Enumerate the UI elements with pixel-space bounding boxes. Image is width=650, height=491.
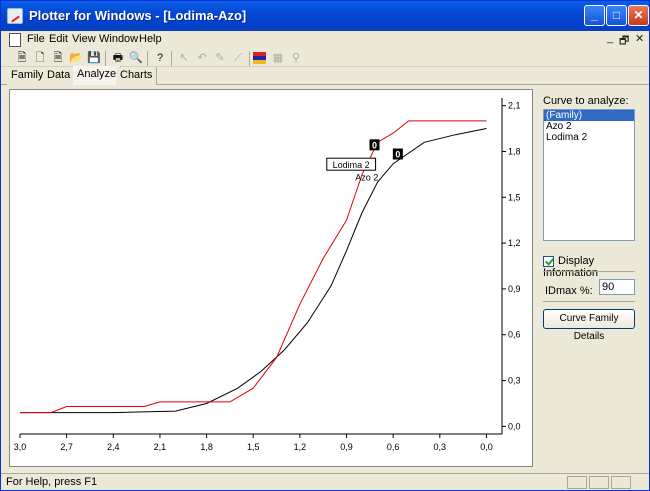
menu-help[interactable]: Help	[139, 33, 162, 45]
y-tick-label: 0,3	[508, 376, 521, 386]
curve-listbox[interactable]: (Family) Azo 2 Lodima 2	[543, 109, 635, 241]
close-button[interactable]: ✕	[628, 5, 649, 26]
display-info-row[interactable]: Display Information	[543, 255, 641, 279]
add-point-icon[interactable]: ✎	[213, 51, 227, 65]
curve-list-item[interactable]: Azo 2	[544, 121, 634, 132]
curve-list-item[interactable]: Lodima 2	[544, 132, 634, 143]
print-icon[interactable]: 🖶	[111, 51, 125, 65]
panel-divider	[543, 271, 635, 272]
curve-list-item[interactable]: (Family)	[544, 110, 634, 121]
tab-strip: Family Data Analyze Charts	[1, 66, 649, 85]
minimize-button[interactable]: _	[584, 5, 605, 26]
toolbar-separator	[171, 51, 172, 66]
annotation-label: 0	[395, 150, 400, 160]
status-bar: For Help, press F1	[1, 473, 649, 490]
menu-window[interactable]: Window	[99, 33, 138, 45]
print-preview-icon[interactable]: 🔍	[129, 51, 143, 65]
menu-file[interactable]: File	[27, 33, 45, 45]
tab-data[interactable]: Data	[43, 67, 76, 85]
undo-icon[interactable]: ↶	[195, 51, 209, 65]
document-icon[interactable]	[9, 33, 21, 47]
new-sheet-icon[interactable]: 🗎	[51, 51, 65, 65]
y-tick-label: 0,0	[508, 421, 521, 431]
menu-bar: File Edit View Window Help _ 🗗 ✕	[1, 31, 649, 49]
series-line-0	[20, 128, 487, 414]
x-tick-label: 0,6	[387, 442, 400, 452]
maximize-button[interactable]: □	[606, 5, 627, 26]
toolbar-separator	[147, 51, 148, 66]
y-tick-label: 1,8	[508, 146, 521, 156]
x-tick-label: 1,2	[294, 442, 307, 452]
new-icon[interactable]: 🗋	[33, 51, 47, 65]
x-tick-label: 0,3	[434, 442, 447, 452]
status-panel	[567, 476, 587, 489]
annotation-label: Azo 2	[355, 172, 378, 182]
new-family-icon[interactable]: 🗎	[15, 51, 29, 65]
save-icon[interactable]: 💾	[87, 51, 101, 65]
status-panel	[611, 476, 631, 489]
x-tick-label: 2,7	[60, 442, 73, 452]
line-chart[interactable]: 3,0 2,7 2,4 2,1 1,8 1,5 1,2 0,9 0,6 0,3 0,0 2,1 1,8 1…	[10, 90, 534, 468]
y-tick-label: 0,6	[508, 330, 521, 340]
series-line-1	[20, 120, 487, 414]
annotation-label: Lodima 2	[333, 160, 370, 170]
x-tick-label: 0,0	[480, 442, 493, 452]
curve-family-details-button[interactable]: Curve Family Details	[543, 309, 635, 342]
panel-divider	[543, 301, 635, 302]
idmax-input[interactable]	[599, 279, 635, 295]
tab-charts[interactable]: Charts	[116, 67, 158, 85]
x-tick-label: 2,1	[154, 442, 167, 452]
analyze-panel: Curve to analyze: (Family) Azo 2 Lodima 2 …	[537, 87, 641, 467]
x-tick-label: 3,0	[14, 442, 27, 452]
toolbar-separator	[249, 51, 250, 66]
display-info-checkbox[interactable]	[543, 255, 554, 267]
help-icon[interactable]: ?	[153, 51, 167, 65]
window-title: Plotter for Windows - [Lodima-Azo]	[29, 8, 247, 23]
menu-view[interactable]: View	[72, 33, 96, 45]
x-tick-label: 1,5	[247, 442, 260, 452]
toolbar: 🗎 🗋 🗎 📂 💾 🖶 🔍 ? ↖ ↶ ✎ ⟋ ▦ ⚲	[1, 49, 649, 67]
y-tick-label: 0,9	[508, 284, 521, 294]
idmax-label: IDmax %:	[545, 285, 593, 297]
menu-edit[interactable]: Edit	[49, 33, 68, 45]
title-bar[interactable]: Plotter for Windows - [Lodima-Azo] _ □ ✕	[1, 1, 649, 31]
open-icon[interactable]: 📂	[69, 51, 83, 65]
color-palette-icon[interactable]	[253, 51, 267, 65]
annotation-label: 0	[372, 140, 377, 150]
mdi-minimize-button[interactable]: _	[607, 32, 613, 44]
status-panel	[589, 476, 609, 489]
curve-to-analyze-label: Curve to analyze:	[543, 95, 629, 107]
toolbar-separator	[105, 51, 106, 66]
draw-curve-icon[interactable]: ⟋	[231, 51, 245, 65]
zoom-icon[interactable]: ⚲	[289, 51, 303, 65]
app-icon[interactable]	[7, 8, 23, 24]
x-tick-label: 0,9	[340, 442, 353, 452]
grid-icon[interactable]: ▦	[271, 51, 285, 65]
y-tick-label: 1,2	[508, 238, 521, 248]
chart-area[interactable]: 3,0 2,7 2,4 2,1 1,8 1,5 1,2 0,9 0,6 0,3 0,0 2,1 1,8 1…	[9, 89, 533, 467]
main-window: Plotter for Windows - [Lodima-Azo] _ □ ✕…	[0, 0, 650, 491]
x-tick-label: 1,8	[200, 442, 213, 452]
pointer-icon[interactable]: ↖	[177, 51, 191, 65]
x-tick-label: 2,4	[107, 442, 120, 452]
y-tick-label: 2,1	[508, 101, 521, 111]
mdi-close-button[interactable]: ✕	[635, 32, 644, 45]
status-text: For Help, press F1	[6, 476, 98, 488]
tab-analyze[interactable]: Analyze	[73, 66, 122, 85]
y-tick-label: 1,5	[508, 192, 521, 202]
